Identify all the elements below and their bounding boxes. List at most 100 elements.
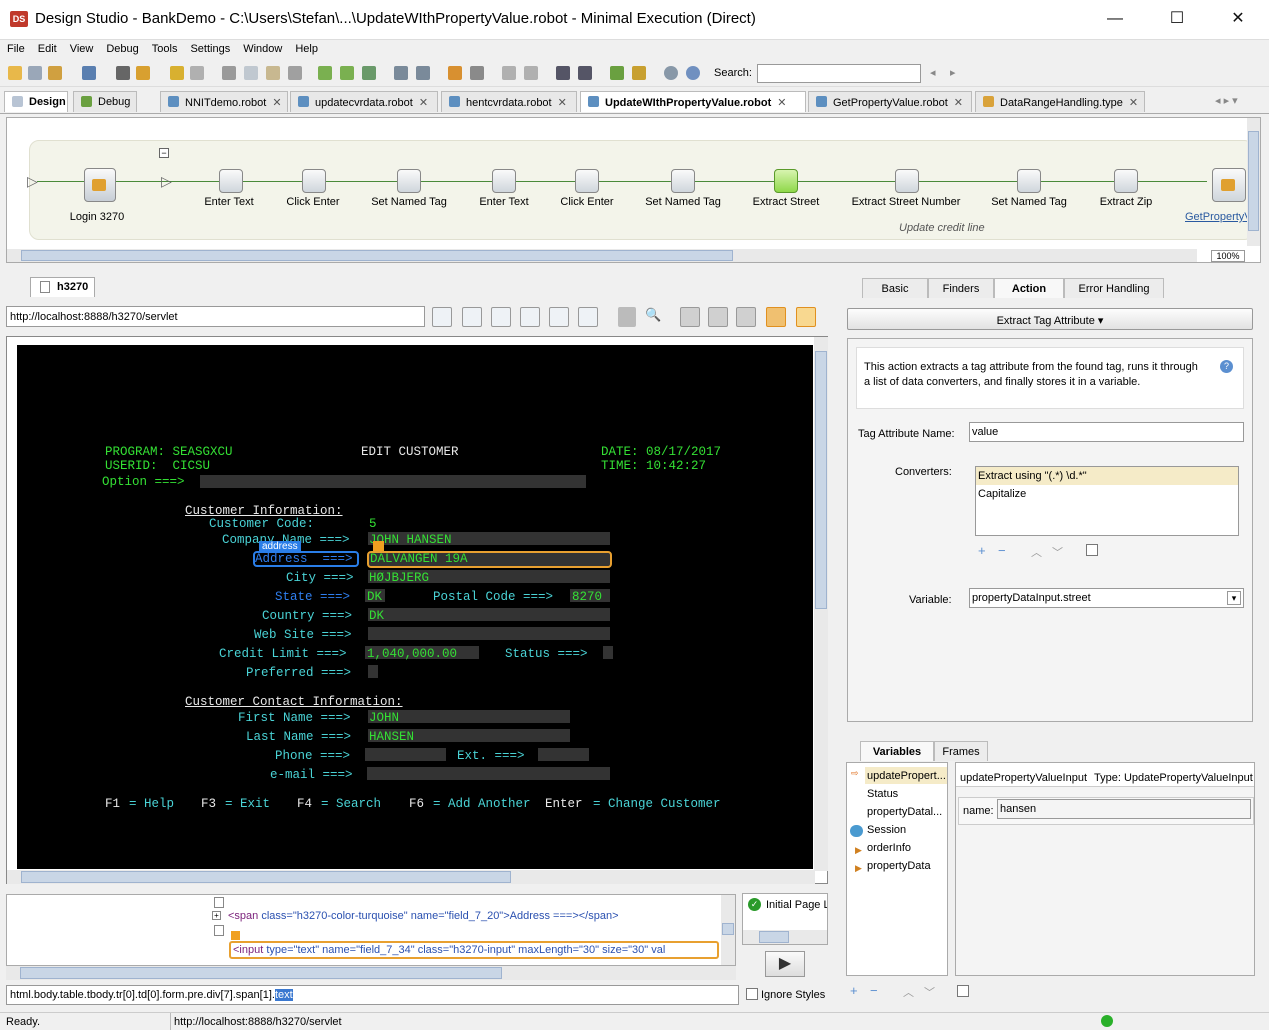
nav-last-icon[interactable]: [520, 307, 540, 327]
save-all-icon[interactable]: [48, 66, 62, 80]
remove-step-icon[interactable]: [470, 66, 484, 80]
debug-perspective-tab[interactable]: Debug: [73, 91, 137, 112]
variable-dropdown[interactable]: propertyDataInput.street ▾: [969, 588, 1244, 608]
tab-close-icon[interactable]: ✕: [419, 97, 428, 109]
flow-step-enter-text[interactable]: [219, 169, 243, 193]
dom-h-scrollbar[interactable]: [6, 966, 736, 980]
action-type-dropdown[interactable]: Extract Tag Attribute ▾: [847, 308, 1253, 330]
menu-debug[interactable]: Debug: [99, 40, 144, 55]
tabs-left-icon[interactable]: ◂ ▸ ▾: [1215, 94, 1238, 107]
variable-item[interactable]: propertyDatal...: [867, 806, 942, 818]
move-up-icon[interactable]: [502, 66, 516, 80]
design-perspective-tab[interactable]: Design: [4, 91, 68, 112]
path-field[interactable]: html.body.table.tbody.tr[0].td[0].form.p…: [6, 985, 739, 1005]
flow-v-scrollbar[interactable]: [1247, 118, 1260, 246]
tab-getpropertyvalue[interactable]: GetPropertyValue.robot ✕: [808, 91, 972, 112]
flow-step-click-enter[interactable]: [302, 169, 326, 193]
splitter[interactable]: [0, 886, 838, 892]
view-source-icon[interactable]: [618, 307, 636, 327]
insert-step-icon[interactable]: [448, 66, 462, 80]
add-converter-icon[interactable]: +: [978, 543, 986, 558]
move-down-icon[interactable]: [524, 66, 538, 80]
magnify-icon[interactable]: 🔍: [645, 307, 665, 327]
window-icon[interactable]: [680, 307, 700, 327]
menu-view[interactable]: View: [63, 40, 100, 55]
run-icon[interactable]: [82, 66, 96, 80]
tab-variables[interactable]: Variables: [860, 741, 934, 761]
search-input[interactable]: [757, 64, 921, 83]
search-prev-icon[interactable]: ◂: [930, 66, 936, 79]
stop-icon[interactable]: [116, 66, 130, 80]
tab-updatewithpropertyvalue[interactable]: UpdateWIthPropertyValue.robot ✕: [580, 91, 806, 112]
variable-item-selected[interactable]: updatePropert...: [865, 767, 947, 784]
tab-basic[interactable]: Basic: [862, 278, 928, 298]
tab-hentcvrdata[interactable]: hentcvrdata.robot ✕: [441, 91, 577, 112]
expand-icon[interactable]: +: [212, 911, 221, 920]
step-over-icon[interactable]: [362, 66, 376, 80]
undo-icon[interactable]: [170, 66, 184, 80]
scroll-thumb[interactable]: [20, 967, 502, 979]
tab-finders[interactable]: Finders: [928, 278, 994, 298]
variable-item[interactable]: Status: [867, 788, 898, 800]
save-icon[interactable]: [28, 66, 42, 80]
email-input[interactable]: [367, 767, 610, 780]
tab-frames[interactable]: Frames: [934, 741, 988, 761]
close-button[interactable]: ✕: [1218, 6, 1258, 32]
status-input[interactable]: [603, 646, 613, 659]
scroll-thumb[interactable]: [21, 250, 733, 261]
tab-datarangehandling[interactable]: DataRangeHandling.type ✕: [975, 91, 1145, 112]
flow-step-extract-street-number[interactable]: [895, 169, 919, 193]
flow-step-extract-zip[interactable]: [1114, 169, 1138, 193]
deselect-icon[interactable]: [416, 66, 430, 80]
zoom-level[interactable]: 100%: [1211, 250, 1245, 262]
globe-icon[interactable]: [686, 66, 700, 80]
dom-v-scrollbar[interactable]: [721, 895, 735, 965]
play-button[interactable]: ▶: [765, 951, 805, 977]
ignore-styles-checkbox[interactable]: [746, 988, 758, 1000]
breakpoint-icon[interactable]: [632, 66, 646, 80]
redo-icon[interactable]: [190, 66, 204, 80]
flow-h-scrollbar[interactable]: [7, 249, 1197, 262]
tab-close-icon[interactable]: ✕: [954, 97, 963, 109]
variable-item[interactable]: propertyData: [867, 860, 931, 872]
scroll-thumb[interactable]: [21, 871, 511, 883]
browser-v-scrollbar[interactable]: [814, 337, 828, 871]
collapse-group-icon[interactable]: −: [159, 148, 169, 158]
edit-converter-icon[interactable]: [1086, 544, 1098, 556]
variable-item[interactable]: orderInfo: [867, 842, 911, 854]
chevron-down-icon[interactable]: ▾: [1227, 591, 1241, 605]
tab-updatecvrdata[interactable]: updatecvrdata.robot ✕: [290, 91, 438, 112]
country-input[interactable]: [368, 608, 610, 621]
initial-page-item[interactable]: Initial Page Lo: [766, 899, 827, 911]
scroll-thumb[interactable]: [815, 351, 827, 609]
menu-file[interactable]: File: [0, 40, 31, 55]
step-icon[interactable]: [318, 66, 332, 80]
cut-icon[interactable]: [222, 66, 236, 80]
tab-close-icon[interactable]: ✕: [558, 97, 567, 109]
add-window-icon[interactable]: [708, 307, 728, 327]
help-icon[interactable]: ?: [1220, 360, 1233, 373]
close-window-icon[interactable]: [736, 307, 756, 327]
select-icon[interactable]: [394, 66, 408, 80]
preferred-input[interactable]: [368, 665, 378, 678]
splitter[interactable]: [0, 264, 1269, 274]
menu-help[interactable]: Help: [288, 40, 324, 55]
flow-step-enter-text-2[interactable]: [492, 169, 516, 193]
debug-run-icon[interactable]: [610, 66, 624, 80]
browser-h-scrollbar[interactable]: [7, 870, 815, 884]
tab-action[interactable]: Action: [994, 278, 1064, 298]
flow-step-label[interactable]: GetPropertyV...: [1185, 211, 1247, 223]
tab-close-icon[interactable]: ✕: [272, 97, 281, 109]
move-up-icon[interactable]: ︿: [903, 984, 914, 1000]
tab-error-handling[interactable]: Error Handling: [1064, 278, 1164, 298]
flow-step-click-enter-2[interactable]: [575, 169, 599, 193]
move-down-icon[interactable]: ﹀: [1052, 544, 1063, 560]
search-next-icon[interactable]: ▸: [950, 66, 956, 79]
website-input[interactable]: [368, 627, 610, 640]
open-icon[interactable]: [8, 66, 22, 80]
flow-step-extract-street[interactable]: [774, 169, 798, 193]
scroll-thumb[interactable]: [1248, 131, 1259, 231]
help-icon[interactable]: [664, 66, 678, 80]
edit-variable-icon[interactable]: [957, 985, 969, 997]
menu-window[interactable]: Window: [236, 40, 288, 55]
